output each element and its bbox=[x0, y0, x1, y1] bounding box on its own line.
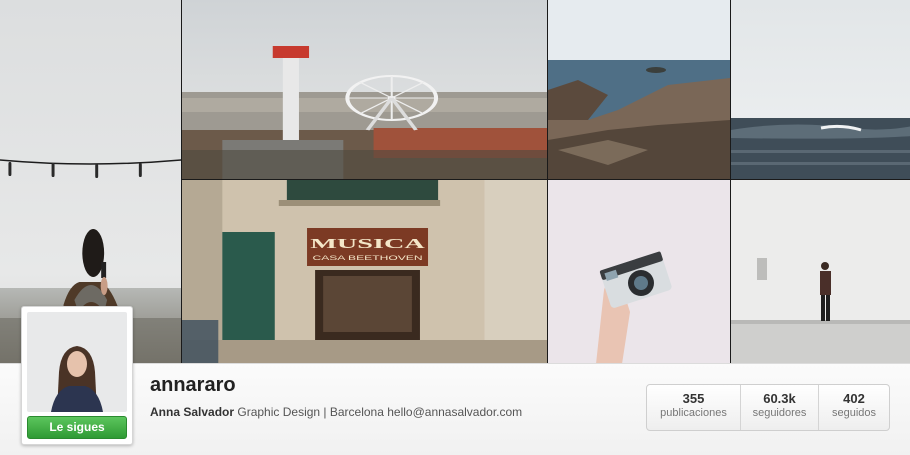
stat-posts[interactable]: 355 publicaciones bbox=[647, 385, 740, 430]
profile-full-name: Anna Salvador bbox=[150, 405, 235, 419]
photo-tile-music-shop[interactable]: MUSICA CASA BEETHOVEN bbox=[182, 180, 547, 364]
following-button[interactable]: Le sigues bbox=[27, 416, 127, 439]
stat-following-value: 402 bbox=[843, 391, 865, 406]
stat-posts-value: 355 bbox=[682, 391, 705, 406]
photo-tile-coast[interactable] bbox=[548, 0, 730, 179]
profile-bio-text: Graphic Design | Barcelona hello@annasal… bbox=[237, 405, 523, 419]
profile-stats: 355 publicaciones 60.3k seguidores 402 s… bbox=[646, 384, 890, 431]
stat-followers[interactable]: 60.3k seguidores bbox=[740, 385, 818, 430]
photo-tile-ocean[interactable] bbox=[731, 0, 910, 179]
shop-sign-text: MUSICA bbox=[310, 235, 424, 251]
camera-photo bbox=[548, 180, 730, 364]
music-shop-photo: MUSICA CASA BEETHOVEN bbox=[182, 180, 547, 364]
photo-grid: MUSICA CASA BEETHOVEN bbox=[0, 0, 910, 364]
photo-tile-white-wall[interactable] bbox=[731, 180, 910, 364]
stat-following-label: seguidos bbox=[831, 407, 877, 419]
avatar[interactable] bbox=[27, 312, 127, 412]
photo-tile-camera[interactable] bbox=[548, 180, 730, 364]
avatar-photo bbox=[27, 312, 127, 412]
stat-posts-label: publicaciones bbox=[660, 407, 727, 419]
amusement-park-photo bbox=[182, 0, 547, 179]
profile-avatar-card: Le sigues bbox=[21, 306, 133, 445]
profile-username: annararo bbox=[150, 374, 236, 396]
profile-bio: Anna Salvador Graphic Design | Barcelona… bbox=[150, 405, 522, 419]
stat-followers-label: seguidores bbox=[752, 407, 807, 419]
shop-sign-subtext: CASA BEETHOVEN bbox=[312, 255, 422, 262]
photo-tile-amusement-park[interactable] bbox=[182, 0, 547, 179]
stat-followers-value: 60.3k bbox=[763, 391, 796, 406]
ocean-photo bbox=[731, 0, 910, 179]
white-wall-photo bbox=[731, 180, 910, 364]
coast-photo bbox=[548, 0, 730, 179]
stat-following[interactable]: 402 seguidos bbox=[818, 385, 889, 430]
